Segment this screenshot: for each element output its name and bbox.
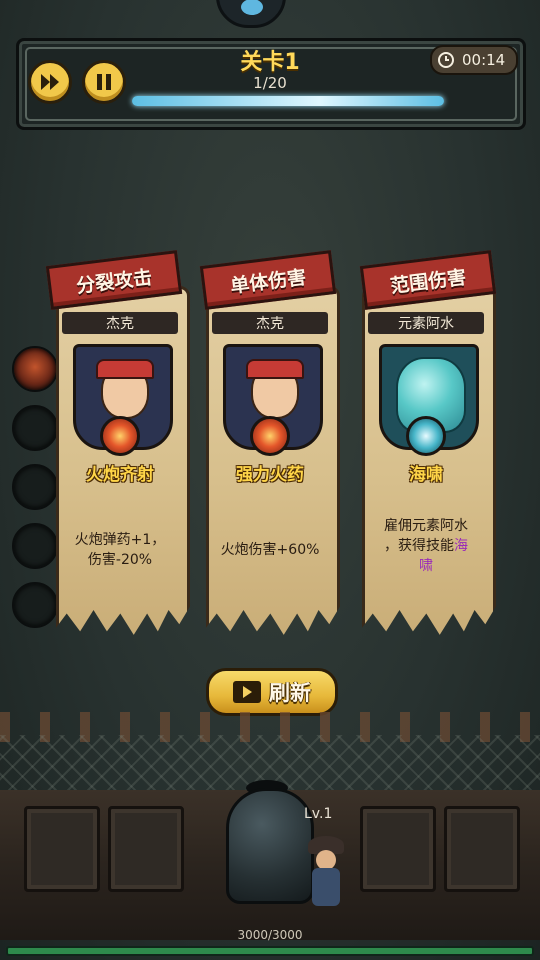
- rail-panel: [444, 806, 520, 892]
- rail-panel: [360, 806, 436, 892]
- skill-card-2[interactable]: 单体伤害 杰克 强力火药 火炮伤害+60%: [199, 250, 340, 638]
- wave-progress-fill: [132, 96, 444, 106]
- skill-card-3[interactable]: 范围伤害 元素阿水 海啸 雇佣元素阿水 ，获得技能海 啸: [356, 250, 497, 638]
- cannon-icon: [226, 788, 314, 904]
- skill-description: 雇佣元素阿水 ，获得技能海 啸: [384, 518, 468, 574]
- level-title: 关卡1: [240, 50, 300, 75]
- skill-highlight: 海: [454, 538, 468, 554]
- fireball-icon: [100, 416, 140, 456]
- skill-description: 火炮弹药+1， 伤害-20%: [74, 532, 166, 568]
- mascot-badge: [216, 0, 286, 28]
- rail-panel: [108, 806, 184, 892]
- clock-icon: [438, 52, 454, 68]
- skill-description: 火炮伤害+60%: [220, 542, 320, 558]
- skill-name: 火炮齐射: [86, 465, 154, 485]
- hp-text: 3000/3000: [237, 928, 303, 942]
- wave-progress-bar: [132, 96, 450, 106]
- hero-name-plate: 元素阿水: [368, 312, 484, 334]
- video-ad-icon: [233, 681, 261, 703]
- timer-badge: 00:14: [430, 45, 518, 75]
- refresh-button[interactable]: 刷新: [206, 668, 338, 716]
- fast-forward-icon: [41, 74, 59, 90]
- skill-name: 海啸: [409, 465, 443, 485]
- pause-icon: [97, 74, 111, 90]
- wave-counter: 1/20: [253, 74, 287, 92]
- hero-name-plate: 杰克: [212, 312, 328, 334]
- refresh-label: 刷新: [269, 681, 311, 705]
- timer-text: 00:14: [462, 51, 506, 69]
- pause-button[interactable]: [82, 60, 126, 104]
- skill-card-1[interactable]: 分裂攻击 杰克 火炮齐射 火炮弹药+1， 伤害-20%: [45, 250, 190, 638]
- skill-name: 强力火药: [236, 465, 304, 485]
- bird-icon: [241, 0, 263, 15]
- hero-level: Lv.1: [304, 806, 333, 822]
- rail-panel: [24, 806, 100, 892]
- hp-bar: [6, 946, 534, 956]
- hero-name-plate: 杰克: [62, 312, 178, 334]
- pirate-hero-icon: [306, 836, 346, 906]
- fast-forward-button[interactable]: [28, 60, 72, 104]
- fireball-icon: [250, 416, 290, 456]
- tsunami-icon: [406, 416, 446, 456]
